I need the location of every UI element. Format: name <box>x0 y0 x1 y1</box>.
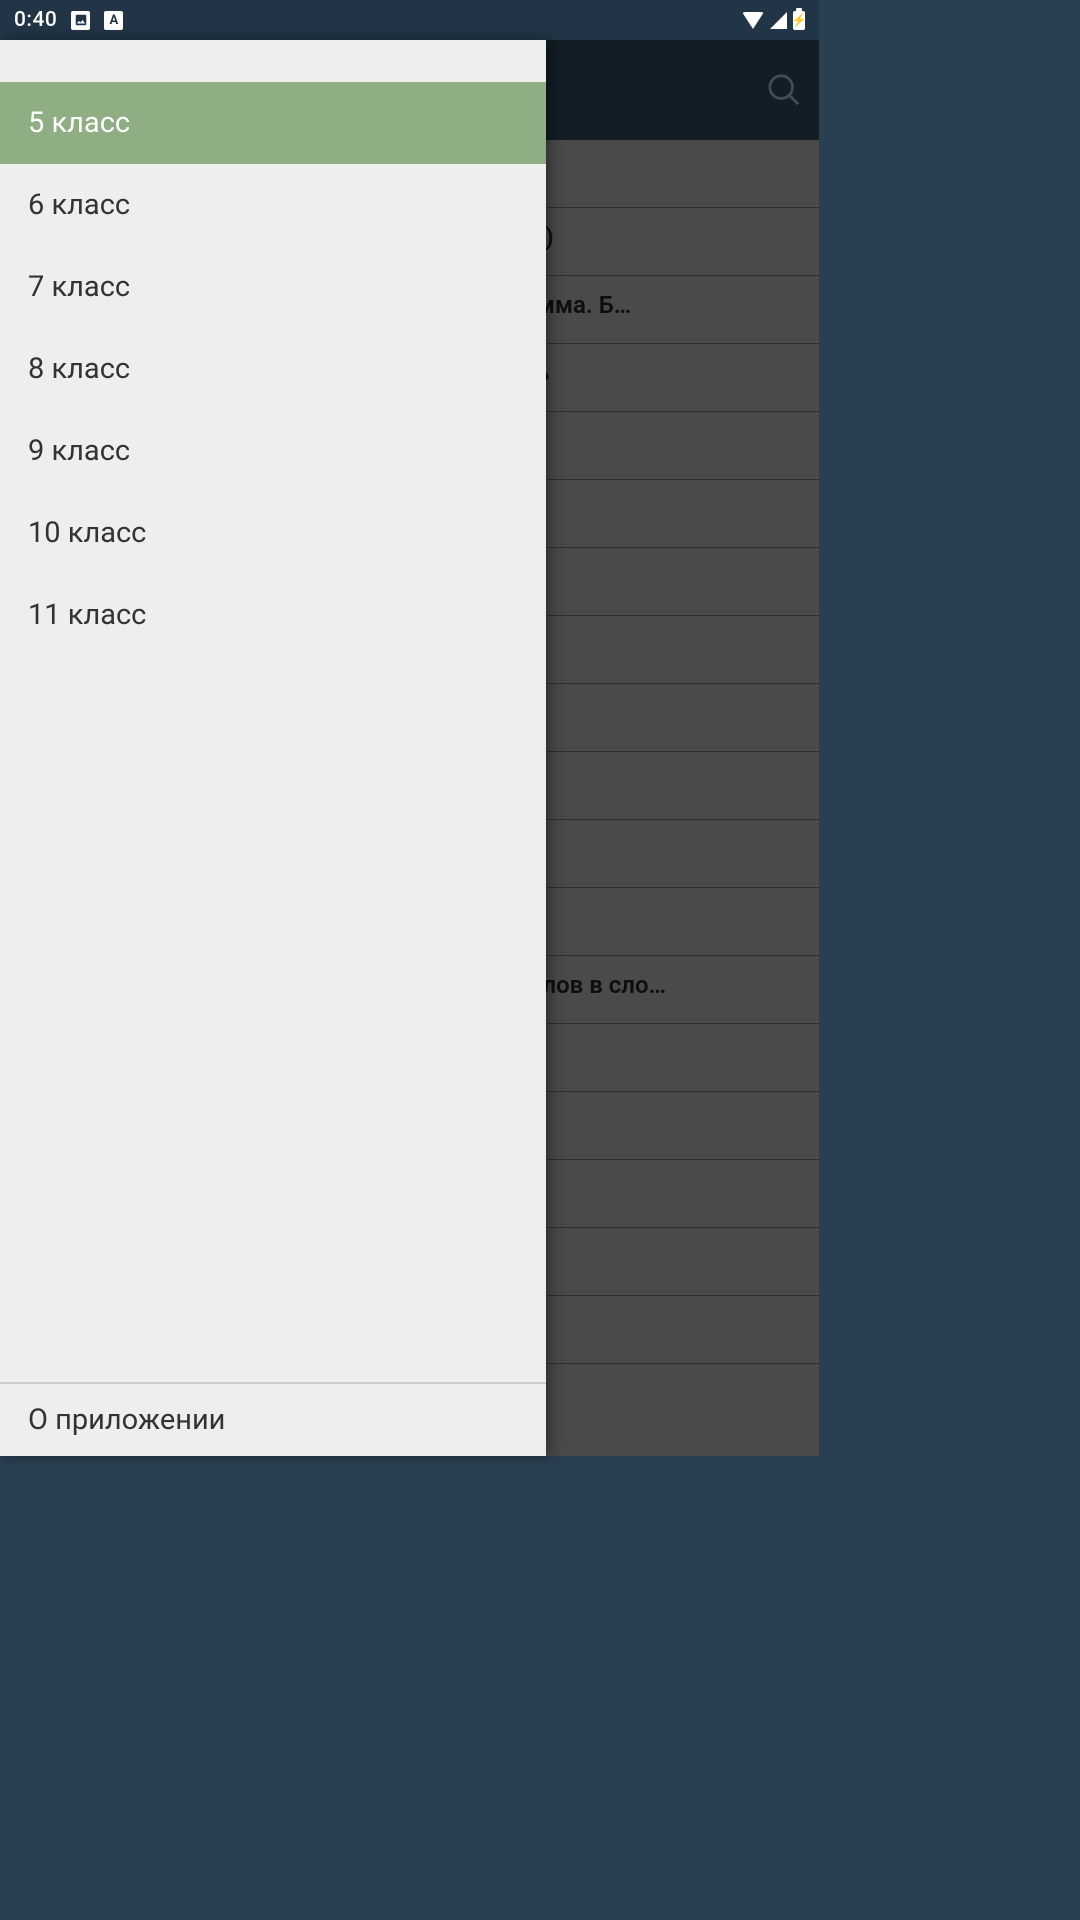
status-bar: 0:40 A ⚡ <box>0 0 819 40</box>
drawer-item-label: 9 класс <box>28 434 130 468</box>
drawer-item-label: 10 класс <box>28 516 146 550</box>
picture-icon <box>71 11 90 30</box>
battery-icon: ⚡ <box>793 11 805 30</box>
drawer-item-label: 7 класс <box>28 270 130 304</box>
drawer-item-grade-9[interactable]: 9 класс <box>0 410 546 492</box>
drawer-item-label: 6 класс <box>28 188 130 222</box>
drawer-item-grade-11[interactable]: 11 класс <box>0 574 546 656</box>
drawer-item-label: 11 класс <box>28 598 146 632</box>
status-left: 0:40 A <box>14 8 123 32</box>
drawer-about[interactable]: О приложении <box>0 1382 546 1456</box>
drawer-item-grade-5[interactable]: 5 класс <box>0 82 546 164</box>
drawer-items: 5 класс 6 класс 7 класс 8 класс 9 класс … <box>0 82 546 1382</box>
status-right: ⚡ <box>742 11 805 30</box>
signal-icon <box>770 12 787 29</box>
navigation-drawer: 5 класс 6 класс 7 класс 8 класс 9 класс … <box>0 40 546 1456</box>
drawer-item-grade-10[interactable]: 10 класс <box>0 492 546 574</box>
drawer-item-grade-7[interactable]: 7 класс <box>0 246 546 328</box>
main-area: Язык и общение. Виды речевой деятельност… <box>0 40 819 1456</box>
status-time: 0:40 <box>14 8 57 32</box>
wifi-icon <box>742 12 764 29</box>
drawer-about-label: О приложении <box>28 1403 225 1437</box>
drawer-item-label: 8 класс <box>28 352 130 386</box>
drawer-item-label: 5 класс <box>28 106 130 140</box>
drawer-item-grade-6[interactable]: 6 класс <box>0 164 546 246</box>
drawer-item-grade-8[interactable]: 8 класс <box>0 328 546 410</box>
keyboard-icon: A <box>104 11 123 30</box>
drawer-header <box>0 40 546 82</box>
